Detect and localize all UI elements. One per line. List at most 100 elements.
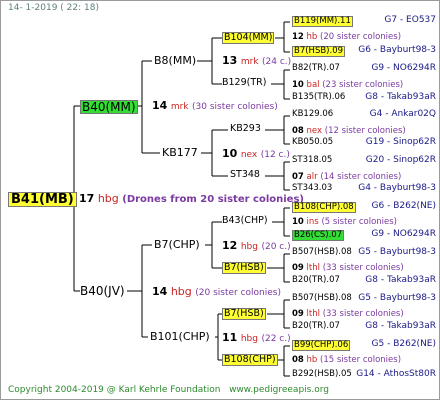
gen3-b108-queen[interactable]: B108(CHP) (222, 354, 278, 366)
gen3-b7hsb-b-num: 09 (292, 309, 304, 319)
gen4-code-6: G4 - Ankar02Q (369, 109, 436, 119)
copyright-text: Copyright 2004-2019 @ Karl Kehrle Founda… (8, 385, 221, 395)
gen4-queen-0[interactable]: B119(MM).11 (292, 16, 353, 27)
gen2-b8-num: 13 (222, 54, 238, 67)
gen3-b43-colonies: (5 sister colonies) (321, 217, 397, 227)
gen1-lower-queen[interactable]: B40(JV) (80, 285, 125, 297)
gen3-b7hsb-b-label: lthl (306, 309, 320, 319)
pedigree-view: { "header": { "stamp": "14- 1-2019 ( 22:… (0, 0, 440, 400)
gen3-b108-num: 08 (292, 355, 304, 365)
root-drone-info: 17 hbg (Drones from 20 sister colonies) (79, 193, 304, 205)
gen4-code-11: G4 - Bayburt98-3 (358, 183, 436, 193)
gen2-kb177-colonies: (12 c.) (260, 150, 290, 160)
gen4-queen-6[interactable]: KB129.06 (292, 110, 333, 119)
gen2-b8-colonies: (24 c.) (262, 57, 292, 67)
gen4-queen-14[interactable]: B507(HSB).08 (292, 248, 352, 257)
gen4-queen-18[interactable]: B99(CHP).06 (292, 340, 351, 351)
gen4-queen-8[interactable]: KB050.05 (292, 138, 333, 147)
gen3-b7hsb-b-colonies: (33 sister colonies) (322, 309, 404, 319)
gen3-b7hsb-a-drone-info: 09 lthl (33 sister colonies) (292, 264, 404, 273)
gen2-kb177-queen[interactable]: KB177 (162, 147, 198, 158)
gen4-num-4: 10 (292, 80, 304, 90)
gen3-b129-queen[interactable]: B129(TR) (222, 78, 266, 88)
gen4-queen-2[interactable]: B7(HSB).09 (292, 46, 346, 57)
gen1-lower-drone-info: 14 hbg (20 sister colonies) (152, 286, 281, 298)
gen4-code-8: G19 - Sinop62R (365, 137, 436, 147)
gen2-b101-num: 11 (222, 331, 238, 344)
gen3-b43-queen[interactable]: B43(CHP) (222, 216, 268, 226)
gen2-b8-drone-info: 13 mrk (24 c.) (222, 55, 291, 67)
gen3-b108-colonies: (15 sister colonies) (320, 355, 402, 365)
gen4-queen-9[interactable]: ST318.05 (292, 156, 332, 165)
gen4-code-2: G6 - Bayburt98-3 (358, 45, 436, 55)
gen4-colonies-7: (12 sister colonies) (324, 126, 406, 136)
gen4-colonies-4: (23 sister colonies) (322, 80, 404, 90)
gen3-b7hsb-a-colonies: (33 sister colonies) (322, 263, 404, 273)
root-queen[interactable]: B41(MB) (8, 192, 77, 207)
gen4-queen-13[interactable]: B26(CS).07 (292, 230, 345, 241)
gen2-b8-queen[interactable]: B8(MM) (154, 55, 196, 66)
gen4-num-7: 08 (292, 126, 304, 136)
gen4-code-14: G5 - Bayburt98-3 (358, 247, 436, 257)
gen4-queen-16[interactable]: B507(HSB).08 (292, 294, 352, 303)
copyright-footer: Copyright 2004-2019 @ Karl Kehrle Founda… (8, 386, 329, 395)
gen2-b101-label: hbg (240, 334, 258, 344)
gen3-kb293-queen[interactable]: KB293 (230, 124, 261, 134)
gen3-b7hsb-b-queen[interactable]: B7(HSB) (222, 308, 266, 320)
gen2-kb177-label: nex (240, 150, 258, 160)
gen3-b104-queen[interactable]: B104(MM) (222, 32, 275, 44)
gen4-colonies-1: (20 sister colonies) (320, 32, 402, 42)
gen4-code-12: G6 - B262(NE) (371, 201, 436, 211)
gen1-upper-num: 14 (152, 99, 168, 112)
gen3-b43-drone-info: 10 ins (5 sister colonies) (292, 218, 397, 227)
gen3-b108-label: hb (306, 355, 318, 365)
gen3-b7hsb-a-queen[interactable]: B7(HSB) (222, 262, 266, 274)
gen4-queen-11[interactable]: ST343.03 (292, 184, 332, 193)
gen1-lower-num: 14 (152, 285, 168, 298)
gen3-b43-num: 10 (292, 217, 304, 227)
gen2-kb177-drone-info: 10 nex (12 c.) (222, 148, 290, 160)
gen3-b7hsb-a-label: lthl (306, 263, 320, 273)
gen4-queen-5[interactable]: B135(TR).06 (292, 93, 345, 102)
root-num: 17 (79, 192, 95, 205)
gen4-queen-17[interactable]: B20(TR).07 (292, 322, 340, 331)
gen3-b43-label: ins (306, 217, 319, 227)
gen4-label-1: hb (306, 32, 318, 42)
gen1-upper-label: mrk (170, 102, 189, 112)
gen4-queen-3[interactable]: B82(TR).07 (292, 64, 340, 73)
gen2-b7-queen[interactable]: B7(CHP) (154, 239, 200, 250)
gen4-code-5: G8 - Takab93aR (365, 92, 436, 102)
gen2-b8-label: mrk (240, 57, 259, 67)
gen4-queen-12[interactable]: B108(CHP).08 (292, 202, 356, 213)
gen3-st348-queen[interactable]: ST348 (230, 170, 260, 180)
gen4-code-13: G9 - NO6294R (371, 229, 436, 239)
gen1-lower-colonies: (20 sister colonies) (195, 288, 281, 298)
gen2-b7-drone-info: 12 hbg (20 c.) (222, 240, 291, 252)
gen1-upper-queen[interactable]: B40(MM) (80, 100, 138, 114)
gen4-label-4: bal (306, 80, 320, 90)
gen3-b108-drone-info: 08 hb (15 sister colonies) (292, 356, 401, 365)
gen4-queen-15[interactable]: B20(TR).07 (292, 276, 340, 285)
gen2-b7-num: 12 (222, 239, 238, 252)
gen4-drone-info-10: 07 alr (14 sister colonies) (292, 173, 401, 182)
gen4-drone-info-4: 10 bal (23 sister colonies) (292, 81, 403, 90)
gen4-code-17: G8 - Takab93aR (365, 321, 436, 331)
gen4-drone-info-1: 12 hb (20 sister colonies) (292, 33, 401, 42)
gen2-b101-queen[interactable]: B101(CHP) (150, 331, 210, 342)
gen4-queen-19[interactable]: B292(HSB).05 (292, 370, 352, 379)
gen3-b7hsb-a-num: 09 (292, 263, 304, 273)
gen1-lower-label: hbg (170, 285, 192, 298)
site-link[interactable]: www.pedigreeapis.org (229, 385, 329, 395)
gen4-num-10: 07 (292, 172, 304, 182)
gen2-b7-label: hbg (240, 242, 258, 252)
timestamp-header: 14- 1-2019 ( 22: 18) (8, 3, 99, 13)
gen4-code-18: G5 - B262(NE) (371, 339, 436, 349)
gen4-label-7: nex (306, 126, 323, 136)
gen4-code-9: G20 - Sinop62R (365, 155, 436, 165)
gen2-b7-colonies: (20 c.) (261, 242, 291, 252)
gen4-code-0: G7 - EO537 (384, 15, 436, 25)
gen4-drone-info-7: 08 nex (12 sister colonies) (292, 127, 406, 136)
gen4-code-19: G14 - AthosSt80R (356, 369, 436, 379)
gen4-colonies-10: (14 sister colonies) (320, 172, 402, 182)
gen4-code-16: G5 - Bayburt98-3 (358, 293, 436, 303)
